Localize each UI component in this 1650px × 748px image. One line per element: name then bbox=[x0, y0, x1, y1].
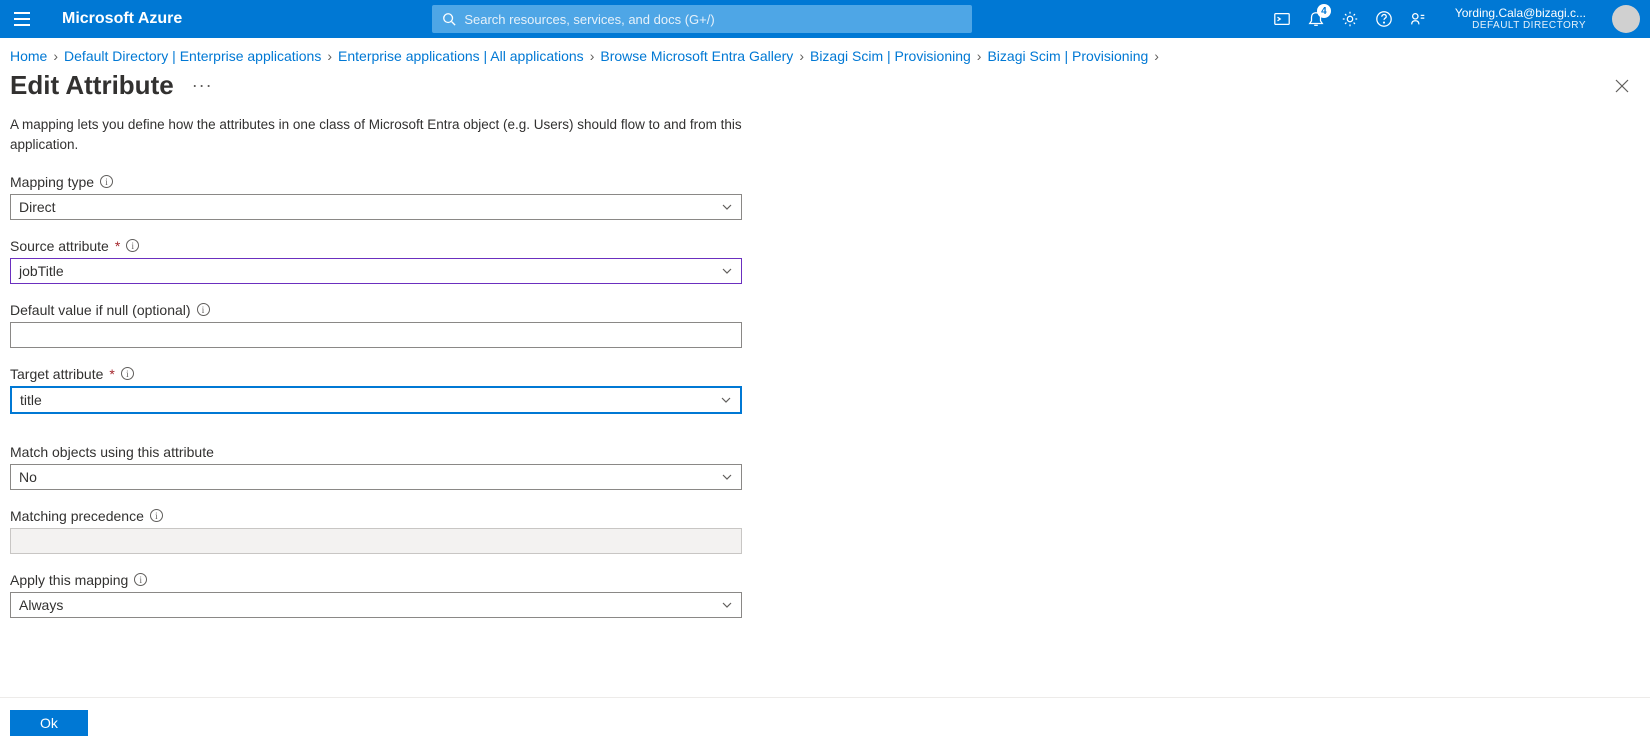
page-title: Edit Attribute bbox=[10, 70, 174, 101]
target-attribute-select[interactable]: title bbox=[10, 386, 742, 414]
breadcrumb-item[interactable]: Enterprise applications | All applicatio… bbox=[338, 48, 584, 64]
chevron-down-icon bbox=[721, 265, 733, 277]
account-email: Yording.Cala@bizagi.c... bbox=[1455, 7, 1586, 20]
match-objects-label: Match objects using this attribute bbox=[10, 444, 214, 460]
close-icon[interactable] bbox=[1614, 78, 1630, 94]
ok-button[interactable]: Ok bbox=[10, 710, 88, 736]
matching-precedence-input bbox=[10, 528, 742, 554]
top-right-actions: 4 Yording.Cala@bizagi.c... DEFAULT DIREC… bbox=[1273, 5, 1640, 33]
field-target-attribute: Target attribute * i title bbox=[10, 366, 750, 414]
title-row: Edit Attribute ··· bbox=[0, 64, 1650, 101]
account-directory: DEFAULT DIRECTORY bbox=[1472, 20, 1586, 31]
required-marker: * bbox=[109, 366, 114, 382]
breadcrumb-item[interactable]: Bizagi Scim | Provisioning bbox=[987, 48, 1148, 64]
info-icon[interactable]: i bbox=[100, 175, 113, 188]
notifications-icon[interactable]: 4 bbox=[1307, 10, 1325, 28]
info-icon[interactable]: i bbox=[150, 509, 163, 522]
info-icon[interactable]: i bbox=[134, 573, 147, 586]
info-icon[interactable]: i bbox=[197, 303, 210, 316]
menu-toggle-icon[interactable] bbox=[10, 7, 34, 31]
field-apply-mapping: Apply this mapping i Always bbox=[10, 572, 750, 618]
account-info[interactable]: Yording.Cala@bizagi.c... DEFAULT DIRECTO… bbox=[1455, 7, 1586, 31]
apply-mapping-value: Always bbox=[19, 597, 63, 613]
matching-precedence-label: Matching precedence bbox=[10, 508, 144, 524]
default-value-input[interactable] bbox=[19, 327, 733, 343]
chevron-down-icon bbox=[721, 599, 733, 611]
default-value-input-wrap[interactable] bbox=[10, 322, 742, 348]
required-marker: * bbox=[115, 238, 120, 254]
chevron-down-icon bbox=[720, 394, 732, 406]
info-icon[interactable]: i bbox=[121, 367, 134, 380]
match-objects-value: No bbox=[19, 469, 37, 485]
field-mapping-type: Mapping type i Direct bbox=[10, 174, 750, 220]
notification-badge: 4 bbox=[1317, 4, 1331, 18]
chevron-down-icon bbox=[721, 201, 733, 213]
search-input[interactable] bbox=[464, 12, 962, 27]
mapping-type-label: Mapping type bbox=[10, 174, 94, 190]
help-icon[interactable] bbox=[1375, 10, 1393, 28]
breadcrumb: Home› Default Directory | Enterprise app… bbox=[0, 38, 1650, 64]
source-attribute-select[interactable]: jobTitle bbox=[10, 258, 742, 284]
apply-mapping-select[interactable]: Always bbox=[10, 592, 742, 618]
chevron-down-icon bbox=[721, 471, 733, 483]
content-scroll[interactable]: A mapping lets you define how the attrib… bbox=[0, 101, 1650, 697]
footer: Ok bbox=[0, 697, 1650, 748]
target-attribute-label: Target attribute bbox=[10, 366, 103, 382]
field-default-value: Default value if null (optional) i bbox=[10, 302, 750, 348]
global-search[interactable] bbox=[432, 5, 972, 33]
brand-title: Microsoft Azure bbox=[62, 10, 182, 28]
breadcrumb-item[interactable]: Browse Microsoft Entra Gallery bbox=[600, 48, 793, 64]
avatar[interactable] bbox=[1612, 5, 1640, 33]
breadcrumb-item[interactable]: Default Directory | Enterprise applicati… bbox=[64, 48, 321, 64]
field-matching-precedence: Matching precedence i bbox=[10, 508, 750, 554]
cloud-shell-icon[interactable] bbox=[1273, 10, 1291, 28]
page-description: A mapping lets you define how the attrib… bbox=[10, 115, 750, 156]
source-attribute-value: jobTitle bbox=[19, 263, 64, 279]
field-source-attribute: Source attribute * i jobTitle bbox=[10, 238, 750, 284]
breadcrumb-item[interactable]: Home bbox=[10, 48, 47, 64]
settings-icon[interactable] bbox=[1341, 10, 1359, 28]
match-objects-select[interactable]: No bbox=[10, 464, 742, 490]
info-icon[interactable]: i bbox=[126, 239, 139, 252]
target-attribute-value: title bbox=[20, 392, 42, 408]
source-attribute-label: Source attribute bbox=[10, 238, 109, 254]
default-value-label: Default value if null (optional) bbox=[10, 302, 191, 318]
form-content: A mapping lets you define how the attrib… bbox=[0, 101, 760, 656]
feedback-icon[interactable] bbox=[1409, 10, 1427, 28]
top-bar: Microsoft Azure 4 Yording.Cala@bizagi.c.… bbox=[0, 0, 1650, 38]
mapping-type-value: Direct bbox=[19, 199, 56, 215]
apply-mapping-label: Apply this mapping bbox=[10, 572, 128, 588]
field-match-objects: Match objects using this attribute No bbox=[10, 444, 750, 490]
breadcrumb-item[interactable]: Bizagi Scim | Provisioning bbox=[810, 48, 971, 64]
mapping-type-select[interactable]: Direct bbox=[10, 194, 742, 220]
search-icon bbox=[442, 12, 456, 26]
more-actions-icon[interactable]: ··· bbox=[192, 75, 213, 96]
